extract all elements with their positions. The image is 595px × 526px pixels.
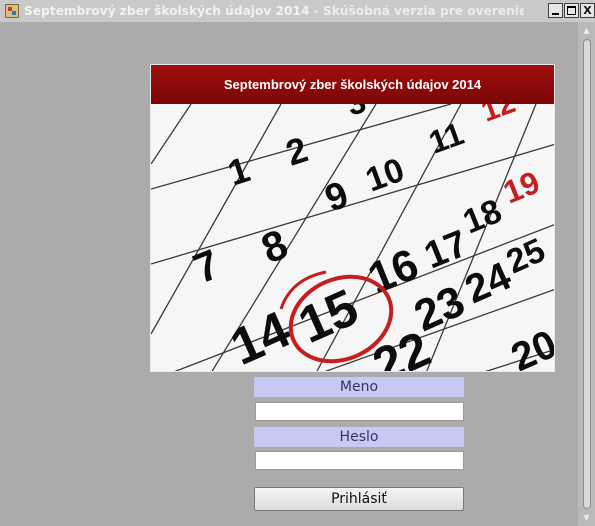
password-field[interactable]: [255, 451, 464, 470]
username-field[interactable]: [255, 402, 464, 421]
scroll-down-arrow-icon[interactable]: ▼: [578, 509, 595, 526]
banner-image: Septembrový zber školských údajov 2014 1…: [150, 64, 555, 372]
scroll-up-arrow-icon[interactable]: ▲: [578, 22, 595, 39]
minimize-button[interactable]: [548, 3, 563, 18]
calendar-illustration: 1 2 3 7 8 9 10 11 12 14 15 16 17 18 19 2…: [151, 104, 554, 371]
close-button[interactable]: X: [580, 3, 595, 18]
username-label: Meno: [254, 377, 464, 397]
vertical-scrollbar[interactable]: ▲ ▼: [578, 22, 595, 526]
window-controls: X: [548, 3, 595, 18]
password-label: Heslo: [254, 427, 464, 447]
scrollbar-thumb[interactable]: [583, 39, 591, 509]
title-bar: Septembrový zber školských údajov 2014 -…: [0, 0, 595, 22]
app-window-icon[interactable]: [5, 4, 19, 18]
maximize-button[interactable]: [564, 3, 579, 18]
window-title-subtitle: - Skúšobná verzia pre overenie prístupu: [313, 4, 524, 18]
window-title: Septembrový zber školských údajov 2014 -…: [24, 2, 524, 20]
window-title-main: Septembrový zber školských údajov 2014: [24, 4, 310, 18]
login-button[interactable]: Prihlásiť: [254, 487, 464, 511]
banner-heading: Septembrový zber školských údajov 2014: [151, 65, 554, 104]
